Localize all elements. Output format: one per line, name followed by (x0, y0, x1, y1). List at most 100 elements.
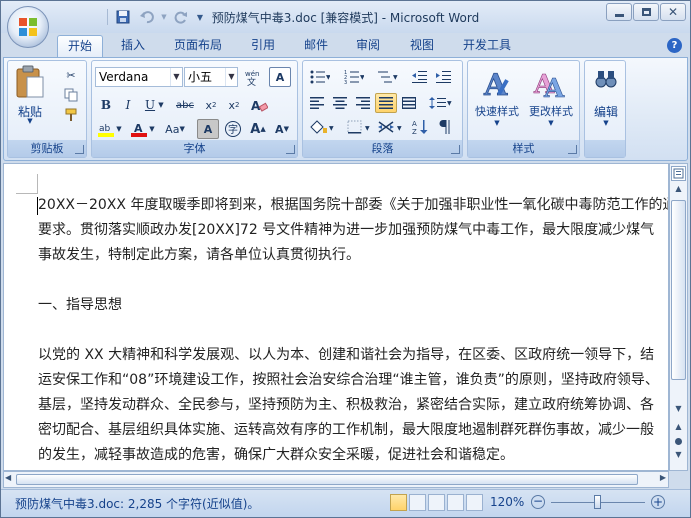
format-painter-icon[interactable] (60, 105, 82, 125)
scroll-left-icon[interactable]: ◀ (5, 473, 11, 482)
doc-paragraph[interactable]: 的发生，减轻事故造成的危害，确保广大群众安全采暖，促进社会和谐稳定。 (38, 443, 514, 468)
highlight-dropdown-icon[interactable]: ▼ (114, 119, 124, 139)
sort-icon[interactable]: AZ (409, 117, 431, 137)
doc-paragraph[interactable]: 要求。贯彻落实顺政办发[20XX]72 号文件精神为进一步加强预防煤气中毒工作，… (38, 218, 654, 243)
bullets-icon[interactable]: ▼ (306, 67, 334, 87)
ruler-toggle-icon[interactable] (671, 166, 686, 181)
change-case-icon[interactable]: Aa ▼ (162, 119, 188, 139)
multilevel-list-icon[interactable]: ▼ (374, 67, 402, 87)
bold-icon[interactable]: B (95, 95, 117, 115)
full-screen-reading-icon[interactable] (409, 494, 426, 511)
italic-icon[interactable]: I (117, 95, 139, 115)
cut-icon[interactable]: ✂ (60, 65, 82, 85)
quick-styles-dropdown-icon: ▼ (494, 119, 500, 127)
tab-home[interactable]: 开始 (57, 35, 104, 57)
web-layout-icon[interactable] (428, 494, 445, 511)
clipboard-launcher[interactable] (75, 145, 84, 154)
paragraph-group: ▼ 123▼ ▼ (302, 60, 463, 158)
next-page-icon[interactable]: ▼ (672, 450, 685, 462)
scroll-right-icon[interactable]: ▶ (660, 473, 666, 482)
zoom-out-icon[interactable]: − (531, 495, 545, 509)
phonetic-guide-icon[interactable]: wén 文 (243, 67, 265, 87)
doc-paragraph[interactable]: 密切配合、基层组织具体实施、运转高效有序的工作机制，最大限度地遏制群死群伤事故，… (38, 418, 654, 443)
numbering-icon[interactable]: 123▼ (340, 67, 368, 87)
decrease-indent-icon[interactable] (409, 67, 431, 87)
paste-button[interactable]: 粘贴 ▼ (12, 65, 48, 125)
distributed-icon[interactable] (398, 93, 420, 113)
increase-indent-icon[interactable] (433, 67, 455, 87)
zoom-level[interactable]: 120% (490, 495, 524, 509)
paste-dropdown-icon: ▼ (27, 117, 33, 125)
draft-view-icon[interactable] (466, 494, 483, 511)
clear-formatting-icon[interactable]: A (248, 95, 270, 115)
horizontal-scrollbar[interactable]: ◀ ▶ (3, 471, 669, 488)
change-styles-button[interactable]: A A 更改样式 ▼ (525, 63, 577, 133)
document-area[interactable]: 20XX－20XX 年度取暖季即将到来，根据国务院十部委《关于加强非职业性一氧化… (3, 163, 669, 471)
doc-paragraph[interactable]: 运安保工作和“08”环境建设工作，按照社会治安综合治理“谁主管，谁负责”的原则，… (38, 368, 659, 393)
vertical-scrollbar[interactable]: ▲ ▼ ▲ ▼ (669, 163, 688, 471)
font-name-dropdown-icon[interactable]: ▼ (170, 68, 182, 86)
align-center-icon[interactable] (329, 93, 351, 113)
previous-page-icon[interactable]: ▲ (672, 422, 685, 434)
ribbon: 粘贴 ▼ ✂ 剪贴板 Verdana ▼ 小五 ▼ wén 文 A B I U … (3, 57, 688, 161)
enclose-characters-icon[interactable]: 字 (222, 119, 244, 139)
minimize-button[interactable] (606, 3, 632, 21)
tab-page-layout[interactable]: 页面布局 (164, 35, 232, 57)
font-launcher[interactable] (286, 145, 295, 154)
svg-text:ab: ab (99, 124, 111, 134)
align-left-icon[interactable] (306, 93, 328, 113)
chinese-layout-icon[interactable]: ▼ (375, 117, 407, 137)
restore-button[interactable] (633, 3, 659, 21)
office-button[interactable] (7, 6, 49, 48)
horizontal-scroll-thumb[interactable] (16, 474, 638, 485)
show-formatting-marks-icon[interactable] (433, 117, 455, 137)
styles-launcher[interactable] (568, 145, 577, 154)
font-size-dropdown-icon[interactable]: ▼ (225, 68, 237, 86)
align-right-icon[interactable] (352, 93, 374, 113)
doc-heading[interactable]: 一、指导思想 (38, 293, 122, 318)
doc-paragraph[interactable]: 事故发生，特制定此方案，请各单位认真贯彻执行。 (38, 243, 360, 268)
underline-dropdown-icon[interactable]: ▼ (156, 95, 166, 115)
character-border-icon[interactable]: A (269, 67, 291, 87)
select-browse-object-icon[interactable] (675, 438, 682, 445)
borders-icon[interactable]: ▼ (343, 117, 375, 137)
doc-paragraph[interactable]: 基层，坚持发动群众、全民参与，坚持预防为主、积极救治，紧密结合实际，建立政府统筹… (38, 393, 654, 418)
doc-paragraph[interactable]: 20XX－20XX 年度取暖季即将到来，根据国务院十部委《关于加强非职业性一氧化… (38, 193, 668, 218)
tab-review[interactable]: 审阅 (346, 35, 390, 57)
help-icon[interactable]: ? (667, 38, 682, 53)
font-color-dropdown-icon[interactable]: ▼ (147, 119, 157, 139)
quick-styles-button[interactable]: A 快速样式 ▼ (471, 63, 523, 133)
close-button[interactable]: ✕ (660, 3, 686, 21)
scroll-up-icon[interactable]: ▲ (672, 184, 685, 196)
svg-text:▼: ▼ (365, 125, 370, 132)
shading-icon[interactable]: ▼ (306, 117, 338, 137)
line-spacing-icon[interactable]: ▼ (425, 93, 457, 113)
character-shading-icon[interactable]: A (197, 119, 219, 139)
subscript-icon[interactable]: x2 (200, 95, 222, 115)
paragraph-launcher[interactable] (451, 145, 460, 154)
font-size-combo[interactable]: 小五 ▼ (184, 67, 238, 87)
tab-insert[interactable]: 插入 (111, 35, 155, 57)
print-layout-view-icon[interactable] (390, 494, 407, 511)
zoom-slider-thumb[interactable] (594, 495, 601, 509)
editing-button[interactable]: 编辑 ▼ (587, 63, 625, 133)
tab-mailings[interactable]: 邮件 (294, 35, 338, 57)
tab-references[interactable]: 引用 (241, 35, 285, 57)
outline-view-icon[interactable] (447, 494, 464, 511)
svg-text:▼: ▼ (360, 74, 364, 81)
strikethrough-icon[interactable]: abc (172, 95, 198, 115)
grow-font-icon[interactable]: A ▲ (247, 119, 269, 139)
doc-paragraph[interactable]: 以党的 XX 大精神和科学发展观、以人为本、创建和谐社会为指导，在区委、区政府统… (38, 343, 654, 368)
change-styles-dropdown-icon: ▼ (548, 119, 554, 127)
vertical-scroll-thumb[interactable] (671, 200, 686, 380)
scroll-down-icon[interactable]: ▼ (672, 404, 685, 416)
tab-developer[interactable]: 开发工具 (453, 35, 521, 57)
shrink-font-icon[interactable]: A ▼ (271, 119, 293, 139)
superscript-icon[interactable]: x2 (223, 95, 245, 115)
tab-view[interactable]: 视图 (400, 35, 444, 57)
justify-icon[interactable] (375, 93, 397, 113)
copy-icon[interactable] (60, 85, 82, 105)
zoom-in-icon[interactable]: + (651, 495, 665, 509)
svg-text:wén: wén (245, 70, 259, 78)
font-name-combo[interactable]: Verdana ▼ (95, 67, 183, 87)
